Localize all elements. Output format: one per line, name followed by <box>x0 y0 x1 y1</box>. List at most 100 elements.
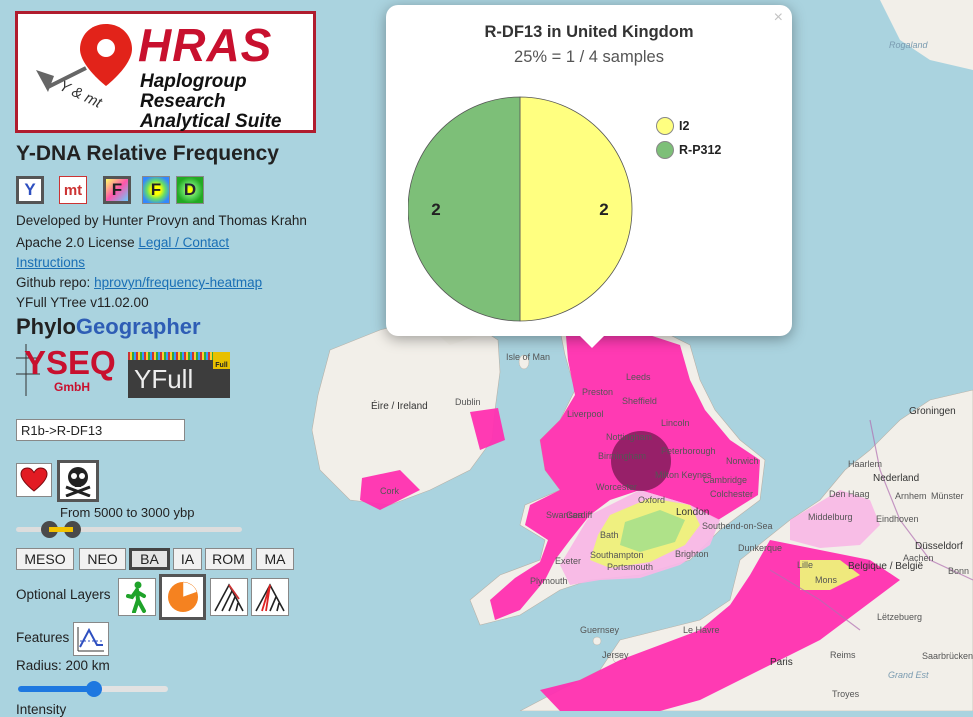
map-label: Nederland <box>873 473 920 484</box>
map-label: Nottingham <box>606 432 653 442</box>
era-button-ia[interactable]: IA <box>173 548 202 570</box>
logo-line-1: Haplogroup <box>140 71 247 92</box>
radius-label: Radius: 200 km <box>16 658 110 673</box>
popup-title: R-DF13 in United Kingdom <box>484 23 694 41</box>
geographer-text: Geographer <box>75 314 201 339</box>
pie-slice-r-p312[interactable] <box>408 96 521 322</box>
region-popup: × R-DF13 in United Kingdom 25% = 1 / 4 s… <box>386 5 792 336</box>
yseq-text: YSEQ <box>24 344 116 381</box>
diversity-icon: D <box>183 180 197 199</box>
frequency-heat-button[interactable]: F <box>142 176 170 204</box>
legend-swatch <box>656 117 674 135</box>
pie-chart-layer-button[interactable] <box>159 574 206 620</box>
living-samples-button[interactable] <box>16 463 52 497</box>
pie-slice-value-label: 2 <box>431 200 440 219</box>
developer-credit: Developed by Hunter Provyn and Thomas Kr… <box>16 213 307 228</box>
era-button-neo[interactable]: NEO <box>79 548 126 570</box>
map-label: Leeds <box>626 372 651 382</box>
instructions-line: Instructions <box>16 255 85 270</box>
era-button-ba[interactable]: BA <box>129 548 170 570</box>
phylogeographer-logo[interactable]: PhyloGeographer <box>16 314 201 340</box>
tree-layer-button[interactable] <box>210 578 248 616</box>
popup-pointer <box>578 334 606 348</box>
map-label: Peterborough <box>661 446 716 456</box>
yfull-text: YFull <box>134 364 194 394</box>
instructions-link[interactable]: Instructions <box>16 255 85 270</box>
map-label: Lille <box>797 560 814 570</box>
legal-contact-link[interactable]: Legal / Contact <box>138 235 229 250</box>
tree-branch-icon <box>214 583 244 612</box>
map-label: Arnhem <box>895 491 927 501</box>
yseq-subtext: GmbH <box>54 380 90 394</box>
map-label: Cambridge <box>703 475 748 485</box>
map-label: Cardiff <box>566 510 593 520</box>
page-title: Y-DNA Relative Frequency <box>16 142 279 165</box>
map-label: Preston <box>582 387 614 397</box>
pie-slice-i2[interactable] <box>519 96 633 322</box>
map-label: Bonn <box>948 566 970 576</box>
legend-swatch <box>656 141 674 159</box>
map-label: Sheffield <box>622 396 657 406</box>
radius-slider-fill <box>18 686 96 692</box>
intensity-label: Intensity <box>16 702 67 717</box>
map-label: Den Haag <box>829 489 870 499</box>
heart-icon <box>20 467 48 492</box>
phylo-text: Phylo <box>16 314 76 339</box>
frequency-heat-icon: F <box>150 180 162 199</box>
popup-subtitle: 25% = 1 / 4 samples <box>514 48 664 66</box>
frequency-button[interactable]: F <box>103 176 131 204</box>
map-label: Bath <box>600 530 619 540</box>
haplogroup-search-input[interactable] <box>16 419 185 441</box>
era-button-rom[interactable]: ROM <box>205 548 252 570</box>
legend-label: I2 <box>679 119 690 133</box>
ytree-version: YFull YTree v11.02.00 <box>16 295 149 310</box>
map-label: Isle of Man <box>506 352 551 362</box>
yseq-logo[interactable]: YSEQ GmbH <box>16 344 128 396</box>
github-line: Github repo: hprovyn/frequency-heatmap <box>16 275 262 290</box>
map-label: Rogaland <box>889 40 928 50</box>
legend-item: R-P312 <box>656 141 721 159</box>
map-label: Southampton <box>590 550 644 560</box>
mtdna-icon: mt <box>63 181 83 199</box>
map-label: Oxford <box>638 495 666 505</box>
map-label: Portsmouth <box>607 562 654 572</box>
map-label: Jersey <box>602 650 629 660</box>
license-line: Apache 2.0 License Legal / Contact <box>16 235 229 250</box>
haplogroup-pie-chart: 22 <box>408 96 633 322</box>
map-label: Dublin <box>455 397 481 407</box>
era-button-meso[interactable]: MESO <box>16 548 74 570</box>
map-label: Worcester <box>596 482 637 492</box>
map-label: Norwich <box>726 456 759 466</box>
github-label: Github repo: <box>16 275 91 290</box>
mtdna-button[interactable]: mt <box>59 176 87 204</box>
map-label: Plymouth <box>530 576 568 586</box>
radius-slider-handle[interactable] <box>86 681 102 697</box>
ancient-samples-button[interactable] <box>57 460 99 502</box>
logo-name: HRAS <box>138 19 273 71</box>
map-label: Colchester <box>710 489 754 499</box>
map-label: Grand Est <box>888 670 929 680</box>
frequency-icon: F <box>111 180 123 199</box>
map-label: Cork <box>380 486 400 496</box>
map-label: Reims <box>830 650 856 660</box>
map-label: Éire / Ireland <box>371 401 428 412</box>
era-button-ma[interactable]: MA <box>256 548 294 570</box>
github-repo-link[interactable]: hprovyn/frequency-heatmap <box>94 275 262 290</box>
diversity-button[interactable]: D <box>176 176 204 204</box>
tree-highlight-layer-button[interactable] <box>251 578 289 616</box>
features-button[interactable] <box>73 622 109 656</box>
legend-label: R-P312 <box>679 143 722 157</box>
control-panel: HRAS Haplogroup Research Analytical Suit… <box>0 0 322 717</box>
walking-person-layer-button[interactable] <box>118 578 156 616</box>
map-label: Middelburg <box>808 512 853 522</box>
walking-person-icon <box>126 581 146 613</box>
features-label: Features <box>16 630 70 645</box>
pie-slice-value-label: 2 <box>599 200 608 219</box>
hras-logo[interactable]: HRAS Haplogroup Research Analytical Suit… <box>15 11 316 133</box>
map-label: Brighton <box>675 549 709 559</box>
yfull-logo[interactable]: Full YFull <box>128 352 230 398</box>
map-label: Düsseldorf <box>915 541 963 552</box>
map-label: Lëtzebuerg <box>877 612 923 622</box>
y-dna-button[interactable]: Y <box>16 176 44 204</box>
y-dna-icon: Y <box>24 180 36 199</box>
